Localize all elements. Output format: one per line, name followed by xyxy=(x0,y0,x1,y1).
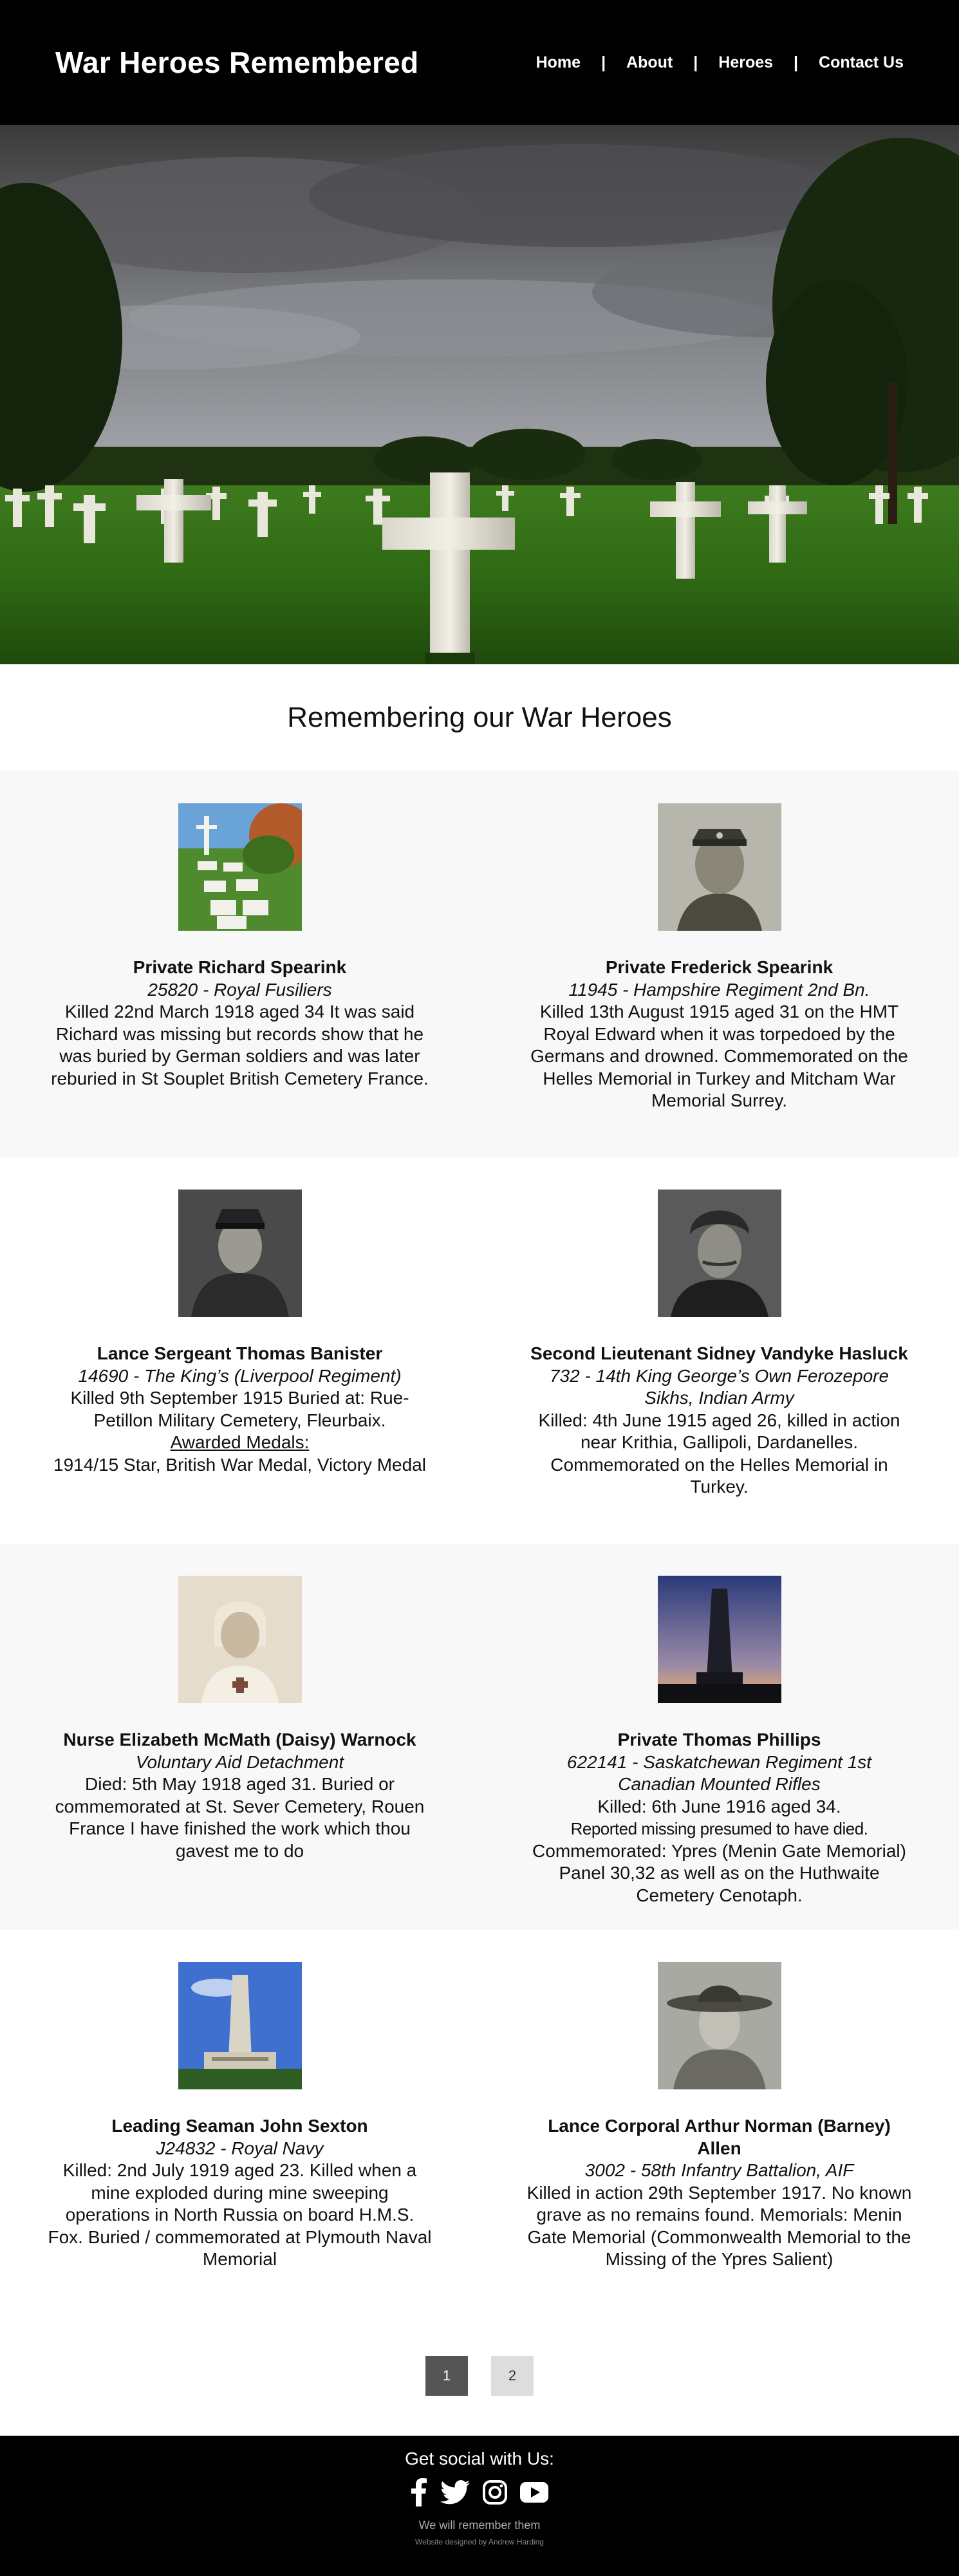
hero-photo[interactable] xyxy=(178,803,302,931)
hero-details: Killed: 4th June 1915 aged 26, killed in… xyxy=(538,1410,900,1497)
hero-card: Second Lieutenant Sidney Vandyke Hasluck… xyxy=(480,1157,959,1544)
hero-name: Private Frederick Spearink xyxy=(605,957,833,977)
facebook-icon[interactable] xyxy=(411,2478,427,2510)
hero-details: Killed in action 29th September 1917. No… xyxy=(526,2182,912,2270)
hero-unit: 14690 - The King’s (Liverpool Regiment) xyxy=(78,1365,402,1386)
hero-text: Private Richard Spearink 25820 - Royal F… xyxy=(47,957,433,1090)
hero-card: Lance Corporal Arthur Norman (Barney) Al… xyxy=(480,1930,959,2316)
hero-details: Killed: 6th June 1916 aged 34. xyxy=(597,1796,841,1816)
hero-unit: 622141 - Saskatchewan Regiment 1st Canad… xyxy=(566,1751,872,1795)
hero-photo[interactable] xyxy=(178,1962,302,2089)
nav-separator: | xyxy=(794,53,799,71)
instagram-icon[interactable] xyxy=(483,2480,507,2508)
hero-details: Killed: 2nd July 1919 aged 23. Killed wh… xyxy=(48,2160,432,2269)
hero-name: Nurse Elizabeth McMath (Daisy) Warnock xyxy=(63,1730,416,1750)
intro-section: Remembering our War Heroes xyxy=(0,664,959,771)
social-heading: Get social with Us: xyxy=(405,2449,554,2469)
hero-text: Leading Seaman John Sexton J24832 - Roya… xyxy=(47,2115,433,2271)
nav-about[interactable]: About xyxy=(626,53,673,72)
nav-home[interactable]: Home xyxy=(536,53,581,72)
hero-name: Second Lieutenant Sidney Vandyke Hasluck xyxy=(530,1343,908,1363)
hero-unit: J24832 - Royal Navy xyxy=(156,2138,324,2158)
medals-heading: Awarded Medals: xyxy=(170,1432,310,1452)
hero-text: Second Lieutenant Sidney Vandyke Hasluck… xyxy=(526,1343,913,1498)
hero-details: Died: 5th May 1918 aged 31. Buried or co… xyxy=(55,1774,425,1861)
main-nav: Home | About | Heroes | Contact Us xyxy=(536,53,904,72)
hero-details: Killed 22nd March 1918 aged 34 It was sa… xyxy=(51,1002,429,1088)
hero-details: Killed 13th August 1915 aged 31 on the H… xyxy=(530,1002,908,1110)
heroes-row: Private Richard Spearink 25820 - Royal F… xyxy=(0,771,959,1157)
hero-text: Private Thomas Phillips 622141 - Saskatc… xyxy=(526,1729,913,1907)
hero-name: Lance Corporal Arthur Norman (Barney) Al… xyxy=(548,2116,891,2158)
nav-separator: | xyxy=(693,53,698,71)
hero-photo[interactable] xyxy=(657,1962,781,2089)
pagination: 1 2 xyxy=(0,2316,959,2436)
hero-details: Commemorated: Ypres (Menin Gate Memorial… xyxy=(532,1840,906,1905)
hero-photo[interactable] xyxy=(657,803,781,931)
hero-image xyxy=(0,125,959,664)
page-button-2[interactable]: 2 xyxy=(491,2356,534,2396)
hero-text: Lance Sergeant Thomas Banister 14690 - T… xyxy=(47,1343,433,1476)
hero-card: Private Thomas Phillips 622141 - Saskatc… xyxy=(480,1544,959,1930)
hero-medals: 1914/15 Star, British War Medal, Victory… xyxy=(53,1454,426,1475)
hero-card: Private Richard Spearink 25820 - Royal F… xyxy=(0,771,480,1157)
hero-photo[interactable] xyxy=(657,1576,781,1703)
hero-name: Leading Seaman John Sexton xyxy=(111,2116,368,2136)
hero-unit: 3002 - 58th Infantry Battalion, AIF xyxy=(584,2160,854,2180)
heroes-row: Nurse Elizabeth McMath (Daisy) Warnock V… xyxy=(0,1544,959,1930)
hero-details: Killed 9th September 1915 Buried at: Rue… xyxy=(70,1388,409,1430)
hero-name: Lance Sergeant Thomas Banister xyxy=(97,1343,383,1363)
hero-card: Nurse Elizabeth McMath (Daisy) Warnock V… xyxy=(0,1544,480,1930)
hero-unit: Voluntary Aid Detachment xyxy=(135,1751,344,1772)
heroes-row: Lance Sergeant Thomas Banister 14690 - T… xyxy=(0,1157,959,1544)
section-heading: Remembering our War Heroes xyxy=(287,702,672,733)
site-footer: Get social with Us: We will remember the… xyxy=(0,2436,959,2576)
hero-card: Lance Sergeant Thomas Banister 14690 - T… xyxy=(0,1157,480,1544)
hero-card: Private Frederick Spearink 11945 - Hamps… xyxy=(480,771,959,1157)
twitter-icon[interactable] xyxy=(440,2480,470,2508)
hero-details: Reported missing presumed to have died. xyxy=(570,1819,868,1838)
site-header: War Heroes Remembered Home | About | Her… xyxy=(0,0,959,125)
hero-text: Lance Corporal Arthur Norman (Barney) Al… xyxy=(526,2115,913,2271)
nav-separator: | xyxy=(601,53,606,71)
hero-unit: 732 - 14th King George’s Own Ferozepore … xyxy=(549,1365,889,1408)
site-title[interactable]: War Heroes Remembered xyxy=(55,45,418,80)
youtube-icon[interactable] xyxy=(520,2482,548,2506)
social-links xyxy=(411,2478,548,2510)
hero-name: Private Richard Spearink xyxy=(133,957,347,977)
hero-unit: 11945 - Hampshire Regiment 2nd Bn. xyxy=(568,979,870,1000)
footer-credit: Website designed by Andrew Harding xyxy=(415,2537,544,2546)
hero-name: Private Thomas Phillips xyxy=(617,1730,821,1750)
footer-tagline: We will remember them xyxy=(418,2519,541,2532)
hero-unit: 25820 - Royal Fusiliers xyxy=(147,979,332,1000)
hero-card: Leading Seaman John Sexton J24832 - Roya… xyxy=(0,1930,480,2316)
hero-text: Nurse Elizabeth McMath (Daisy) Warnock V… xyxy=(47,1729,433,1862)
hero-photo[interactable] xyxy=(178,1576,302,1703)
hero-photo[interactable] xyxy=(178,1190,302,1317)
page-button-1[interactable]: 1 xyxy=(425,2356,468,2396)
nav-contact-us[interactable]: Contact Us xyxy=(819,53,904,72)
nav-heroes[interactable]: Heroes xyxy=(718,53,773,72)
heroes-row: Leading Seaman John Sexton J24832 - Roya… xyxy=(0,1930,959,2316)
hero-photo[interactable] xyxy=(657,1190,781,1317)
hero-text: Private Frederick Spearink 11945 - Hamps… xyxy=(526,957,913,1112)
